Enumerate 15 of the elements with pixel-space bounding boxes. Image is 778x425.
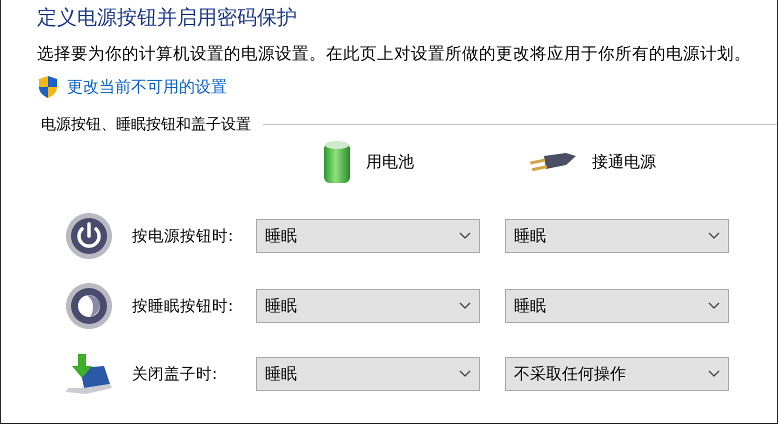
description-text: 选择要为你的计算机设置的电源设置。在此页上对设置所做的更改将应用于你所有的电源计划。 [37,43,752,65]
section-title: 电源按钮、睡眠按钮和盖子设置 [41,115,251,134]
dropdown[interactable]: 睡眠 [505,289,729,323]
dropdown[interactable]: 睡眠 [256,219,480,253]
change-settings-link[interactable]: 更改当前不可用的设置 [67,76,227,98]
page-title: 定义电源按钮并启用密码保护 [37,4,298,31]
row-label: 按电源按钮时: [132,226,234,246]
dropdown[interactable]: 睡眠 [256,289,480,323]
column-label: 接通电源 [592,152,656,172]
dropdown[interactable]: 睡眠 [256,357,480,391]
row-label: 关闭盖子时: [132,364,218,384]
row-label: 按睡眠按钮时: [132,296,234,316]
dropdown[interactable]: 睡眠 [505,219,729,253]
column-label: 用电池 [366,152,414,172]
dropdown[interactable]: 不采取任何操作 [505,357,729,391]
